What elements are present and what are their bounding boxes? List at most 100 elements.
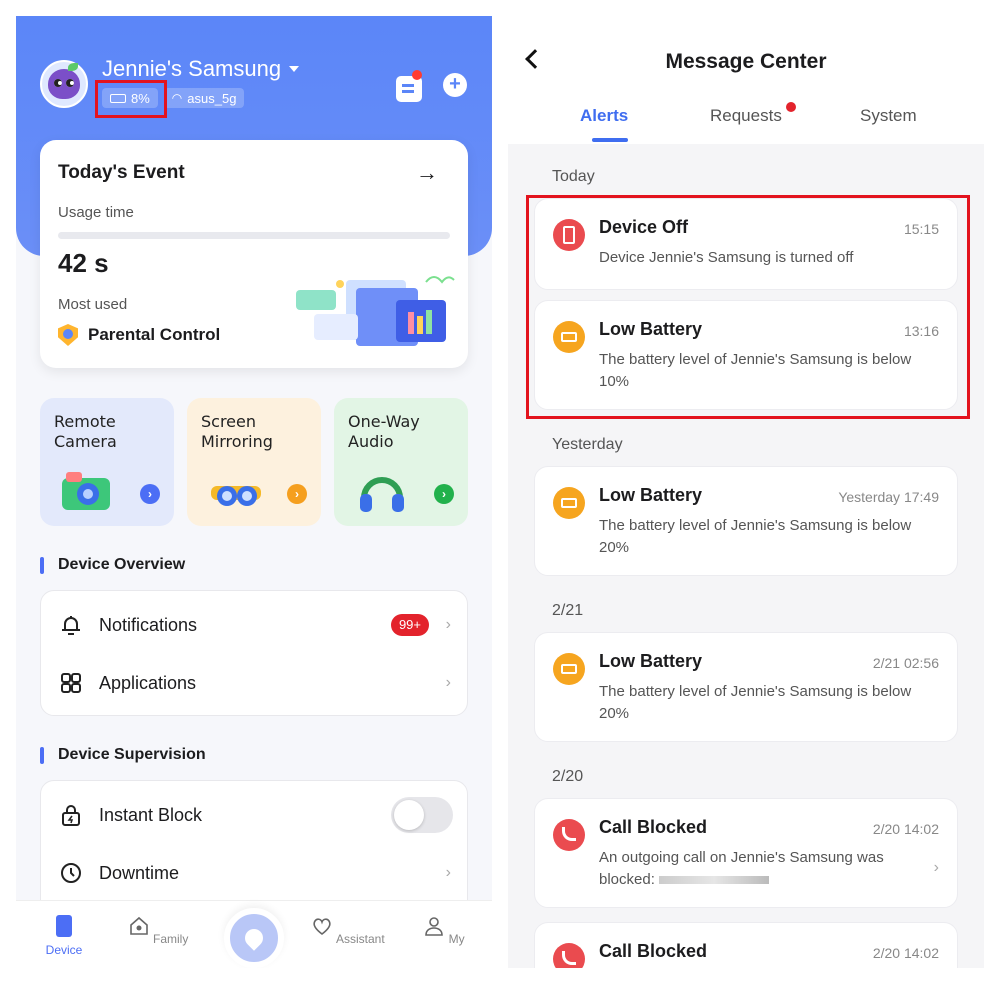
page-title: Message Center (665, 50, 827, 73)
most-used-app: Parental Control (58, 324, 220, 346)
tab-family[interactable]: Family (118, 915, 198, 946)
heart-chat-icon (313, 918, 331, 936)
chevron-right-icon: › (445, 674, 451, 691)
device-home-screen: Jennie's Samsung 8% ◠ asus_5g + Today's … (16, 16, 492, 968)
tab-alerts[interactable]: Alerts (580, 106, 628, 126)
alert-title: Call Blocked (599, 941, 708, 961)
grape-avatar-icon (48, 63, 80, 99)
device-supervision-card: Instant Block Downtime › (40, 780, 468, 920)
day-label: Yesterday (552, 436, 623, 453)
message-icon[interactable] (396, 76, 422, 102)
device-overview-card: Notifications 99+ › Applications › (40, 590, 468, 716)
apps-grid-icon (61, 673, 81, 693)
binoculars-icon (211, 486, 261, 506)
arrow-right-icon[interactable]: → (416, 160, 438, 186)
call-blocked-icon (553, 819, 585, 851)
applications-row[interactable]: Applications › (41, 655, 469, 711)
unread-dot (412, 70, 422, 80)
chevron-right-icon: › (445, 616, 451, 633)
tab-assistant[interactable]: Assistant (308, 915, 388, 946)
tab-requests[interactable]: Requests (710, 106, 782, 126)
tab-label: My (448, 932, 465, 946)
alert-time: 2/20 14:02 (872, 821, 939, 837)
device-name: Jennie's Samsung (102, 56, 282, 81)
notifications-badge: 99+ (390, 614, 429, 636)
tab-system[interactable]: System (860, 106, 917, 126)
device-supervision-title: Device Supervision (40, 746, 206, 764)
remote-camera-card[interactable]: Remote Camera › (40, 398, 174, 526)
active-tab-indicator (592, 138, 628, 142)
usage-bar (58, 232, 450, 239)
highlight-box (526, 195, 970, 419)
one-way-audio-card[interactable]: One-Way Audio › (334, 398, 468, 526)
phone-icon (56, 915, 72, 937)
call-blocked-icon (553, 943, 585, 968)
section-title: Device Supervision (58, 746, 206, 763)
feature-label: Remote Camera (54, 412, 117, 451)
alert-title: Low Battery (599, 485, 703, 505)
alert-time: Yesterday 17:49 (838, 489, 939, 505)
tab-label: Assistant (335, 932, 385, 946)
alert-body: The battery level of Jennie's Samsung is… (599, 683, 912, 722)
wifi-name: asus_5g (187, 90, 237, 106)
alert-body: An outgoing call on Jennie's Samsung was… (599, 847, 939, 891)
alert-card[interactable]: Low Battery 2/21 02:56 The battery level… (534, 632, 958, 742)
usage-time-label: Usage time (58, 204, 134, 221)
usage-time-value: 42 s (58, 248, 109, 278)
most-used-label: Most used (58, 296, 128, 313)
go-arrow-icon[interactable]: › (140, 484, 160, 504)
avatar[interactable] (40, 60, 88, 108)
requests-dot (786, 102, 796, 112)
section-title: Device Overview (58, 556, 186, 573)
feature-label: One-Way Audio (348, 412, 420, 451)
redacted-number (659, 876, 770, 885)
tab-label: Family (153, 932, 189, 946)
message-center-screen: Message Center Alerts Requests System To… (508, 16, 984, 968)
go-arrow-icon[interactable]: › (434, 484, 454, 504)
chevron-right-icon[interactable]: › (934, 859, 939, 877)
add-device-icon[interactable]: + (443, 73, 467, 97)
feature-label: Screen Mirroring (201, 412, 273, 451)
downtime-row[interactable]: Downtime › (41, 845, 469, 901)
wifi-icon: ◠ (171, 91, 183, 105)
chevron-down-icon (289, 66, 300, 72)
event-illustration (296, 276, 455, 346)
screen-mirroring-card[interactable]: Screen Mirroring › (187, 398, 321, 526)
tab-device[interactable]: Device (24, 915, 104, 957)
alert-card[interactable]: Call Blocked 2/20 14:02 An outgoing call… (534, 798, 958, 908)
battery-icon (553, 487, 585, 519)
device-overview-title: Device Overview (40, 556, 185, 574)
event-title: Today's Event (58, 162, 185, 183)
go-arrow-icon[interactable]: › (287, 484, 307, 504)
camera-icon (62, 472, 110, 510)
parental-control-icon (58, 324, 78, 346)
wifi-chip: ◠ asus_5g (163, 88, 245, 108)
downtime-label: Downtime (99, 862, 180, 883)
location-pin-icon (241, 925, 267, 951)
home-heart-icon (129, 916, 148, 935)
alert-card[interactable]: Low Battery Yesterday 17:49 The battery … (534, 466, 958, 576)
bell-icon (62, 616, 80, 635)
device-switcher[interactable]: Jennie's Samsung (102, 56, 300, 82)
most-used-app-name: Parental Control (88, 325, 221, 344)
location-button[interactable] (224, 908, 284, 968)
alert-body: The battery level of Jennie's Samsung is… (599, 517, 912, 556)
applications-label: Applications (99, 672, 197, 693)
clock-icon (61, 863, 81, 883)
alert-time: 2/20 14:02 (872, 945, 939, 961)
message-center-header: Message Center Alerts Requests System (508, 16, 984, 144)
alert-time: 2/21 02:56 (872, 655, 939, 671)
instant-block-toggle[interactable] (391, 797, 453, 833)
instant-block-row: Instant Block (41, 787, 469, 843)
tab-label: Device (45, 943, 83, 957)
notifications-label: Notifications (99, 614, 198, 635)
alert-title: Low Battery (599, 651, 703, 671)
alert-card[interactable]: Call Blocked 2/20 14:02 (534, 922, 958, 968)
highlight-box (95, 80, 167, 118)
tab-my[interactable]: My (404, 915, 484, 946)
notifications-row[interactable]: Notifications 99+ › (41, 597, 469, 653)
todays-event-card[interactable]: Today's Event → Usage time 42 s Most use… (40, 140, 468, 368)
lock-icon (62, 805, 80, 826)
day-label: Today (552, 168, 595, 185)
person-icon (425, 917, 444, 936)
